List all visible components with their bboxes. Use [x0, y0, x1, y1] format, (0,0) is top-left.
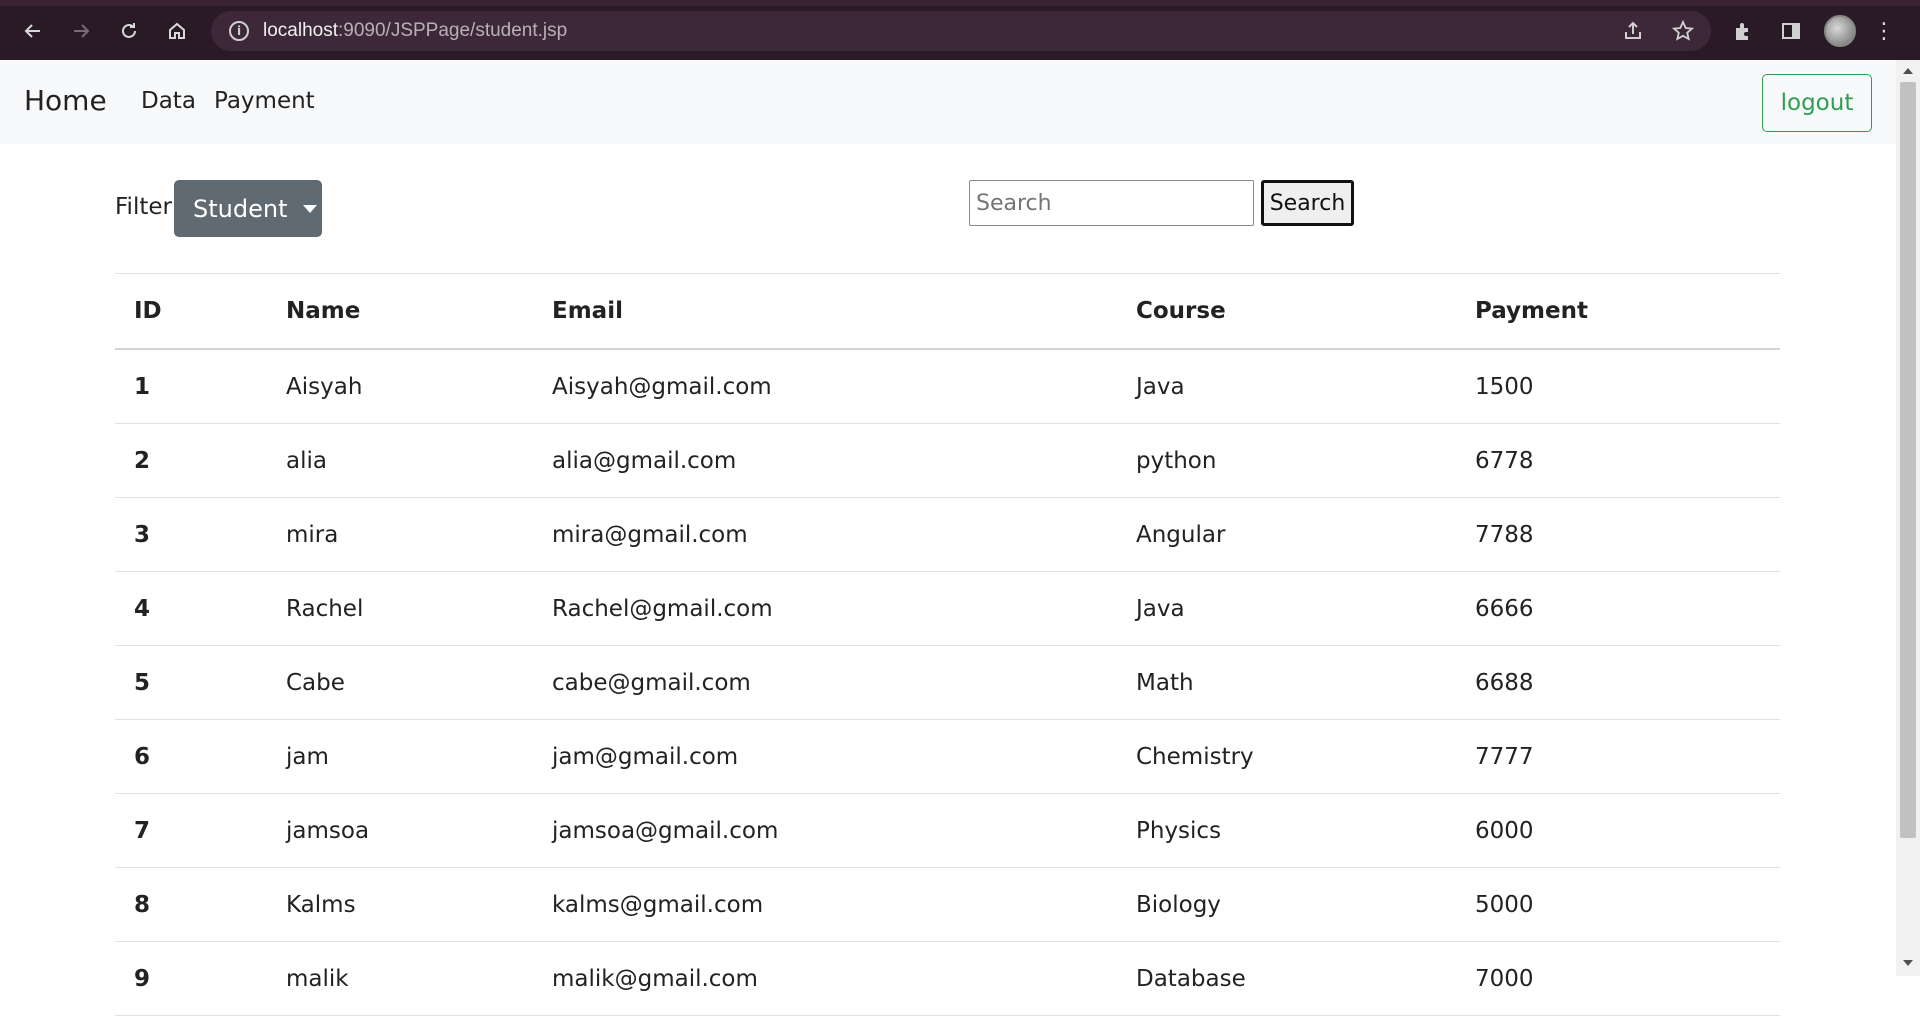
cell-email: jam@gmail.com: [552, 743, 739, 770]
cell-course: Physics: [1136, 817, 1222, 844]
menu-icon[interactable]: ⋮: [1873, 16, 1895, 46]
table-row: 3 mira mira@gmail.com Angular 7788: [115, 498, 1780, 572]
cell-id: 5: [134, 669, 151, 696]
table-row: 5 Cabe cabe@gmail.com Math 6688: [115, 646, 1780, 720]
sidepanel-icon[interactable]: [1778, 18, 1804, 44]
browser-toolbar: i localhost:9090/JSPPage/student.jsp ⋮: [0, 0, 1920, 60]
cell-id: 8: [134, 891, 151, 918]
nav-link-payment[interactable]: Payment: [214, 88, 315, 114]
cell-course: Math: [1136, 669, 1194, 696]
cell-name: alia: [286, 447, 327, 474]
search-input[interactable]: [969, 180, 1254, 226]
filter-dropdown[interactable]: Student: [174, 180, 322, 237]
profile-avatar[interactable]: [1824, 15, 1856, 47]
cell-email: cabe@gmail.com: [552, 669, 751, 696]
cell-course: Java: [1136, 595, 1185, 622]
reload-icon[interactable]: [114, 16, 144, 46]
cell-payment: 7000: [1475, 965, 1534, 992]
info-icon[interactable]: i: [229, 21, 249, 41]
forward-icon[interactable]: [66, 16, 96, 46]
cell-payment: 1500: [1475, 373, 1534, 400]
cell-email: Aisyah@gmail.com: [552, 373, 772, 400]
back-icon[interactable]: [18, 16, 48, 46]
share-icon[interactable]: [1620, 18, 1646, 44]
scroll-up-arrow-icon[interactable]: [1903, 68, 1913, 74]
url-text[interactable]: localhost:9090/JSPPage/student.jsp: [263, 20, 567, 42]
cell-name: malik: [286, 965, 349, 992]
cell-course: Biology: [1136, 891, 1221, 918]
table-row: 2 alia alia@gmail.com python 6778: [115, 424, 1780, 498]
home-icon[interactable]: [162, 16, 192, 46]
tab-strip: [0, 0, 1920, 6]
table-row: 6 jam jam@gmail.com Chemistry 7777: [115, 720, 1780, 794]
cell-name: jamsoa: [286, 817, 370, 844]
cell-course: Angular: [1136, 521, 1226, 548]
cell-id: 4: [134, 595, 151, 622]
extensions-icon[interactable]: [1730, 18, 1756, 44]
cell-name: Kalms: [286, 891, 356, 918]
search-button[interactable]: Search: [1261, 180, 1354, 226]
header-name: Name: [286, 298, 361, 324]
header-payment: Payment: [1475, 298, 1588, 324]
cell-id: 7: [134, 817, 151, 844]
table-row: 9 malik malik@gmail.com Database 7000: [115, 942, 1780, 1016]
student-table: ID Name Email Course Payment 1 Aisyah Ai…: [115, 273, 1780, 1016]
table-row: 1 Aisyah Aisyah@gmail.com Java 1500: [115, 350, 1780, 424]
navbar: Home Data Payment logout: [0, 60, 1896, 144]
cell-email: Rachel@gmail.com: [552, 595, 773, 622]
header-email: Email: [552, 298, 623, 324]
cell-name: jam: [286, 743, 329, 770]
cell-name: Cabe: [286, 669, 345, 696]
header-id: ID: [134, 298, 162, 324]
table-row: 7 jamsoa jamsoa@gmail.com Physics 6000: [115, 794, 1780, 868]
cell-payment: 5000: [1475, 891, 1534, 918]
nav-link-data[interactable]: Data: [141, 88, 196, 114]
cell-payment: 6000: [1475, 817, 1534, 844]
filter-selected-value: Student: [193, 194, 288, 223]
cell-payment: 7777: [1475, 743, 1534, 770]
page-scrollbar[interactable]: [1896, 60, 1920, 976]
cell-payment: 6688: [1475, 669, 1534, 696]
cell-id: 9: [134, 965, 151, 992]
cell-id: 1: [134, 373, 151, 400]
cell-email: jamsoa@gmail.com: [552, 817, 779, 844]
table-row: 4 Rachel Rachel@gmail.com Java 6666: [115, 572, 1780, 646]
table-row: 8 Kalms kalms@gmail.com Biology 5000: [115, 868, 1780, 942]
star-icon[interactable]: [1670, 18, 1696, 44]
cell-id: 3: [134, 521, 151, 548]
table-header-row: ID Name Email Course Payment: [115, 274, 1780, 350]
cell-payment: 6778: [1475, 447, 1534, 474]
cell-course: python: [1136, 447, 1217, 474]
scroll-thumb[interactable]: [1900, 82, 1916, 838]
navbar-brand-home[interactable]: Home: [24, 84, 107, 117]
cell-name: Aisyah: [286, 373, 363, 400]
address-bar[interactable]: i localhost:9090/JSPPage/student.jsp: [211, 11, 1711, 51]
cell-course: Database: [1136, 965, 1246, 992]
header-course: Course: [1136, 298, 1226, 324]
cell-payment: 6666: [1475, 595, 1534, 622]
cell-course: Java: [1136, 373, 1185, 400]
cell-email: malik@gmail.com: [552, 965, 758, 992]
cell-id: 6: [134, 743, 151, 770]
logout-button[interactable]: logout: [1762, 74, 1872, 132]
filter-label: Filter: [115, 194, 172, 220]
cell-email: mira@gmail.com: [552, 521, 748, 548]
cell-name: mira: [286, 521, 339, 548]
cell-payment: 7788: [1475, 521, 1534, 548]
cell-name: Rachel: [286, 595, 364, 622]
cell-id: 2: [134, 447, 151, 474]
scroll-down-arrow-icon[interactable]: [1903, 960, 1913, 966]
caret-down-icon: [303, 204, 318, 213]
cell-email: alia@gmail.com: [552, 447, 737, 474]
cell-course: Chemistry: [1136, 743, 1254, 770]
cell-email: kalms@gmail.com: [552, 891, 764, 918]
